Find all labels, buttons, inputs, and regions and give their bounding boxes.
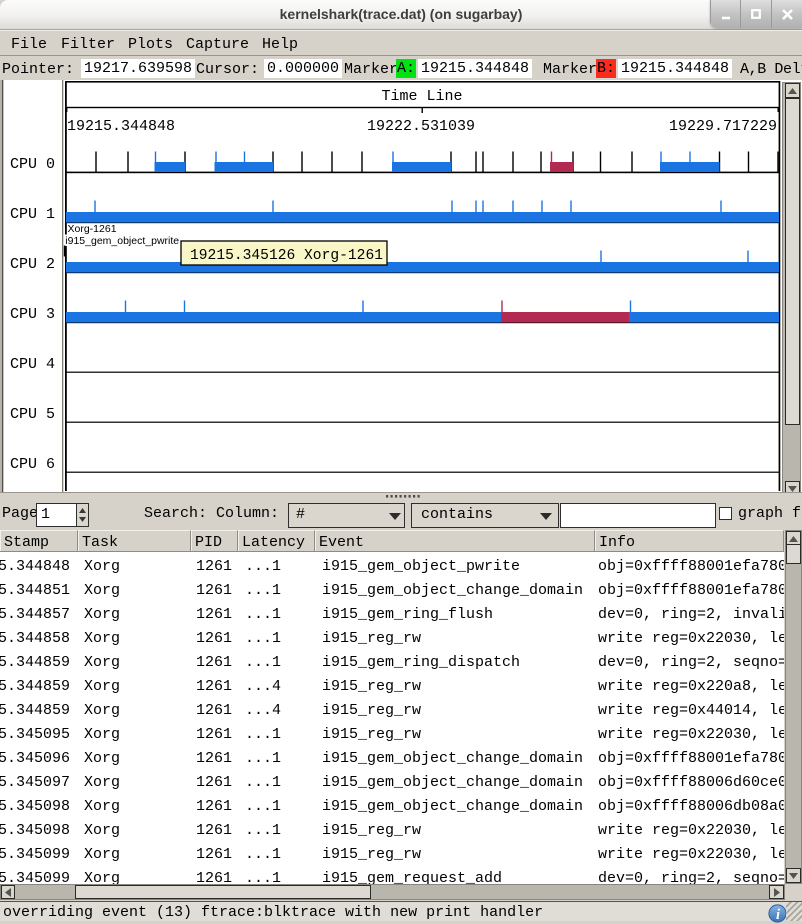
- svg-text:19215.345126 Xorg-1261: 19215.345126 Xorg-1261: [190, 247, 383, 264]
- svg-text:i915_gem_object_pwrite: i915_gem_object_pwrite: [65, 235, 179, 247]
- svg-text:19215.344848: 19215.344848: [67, 118, 175, 135]
- svg-text:CPU 2: CPU 2: [10, 256, 55, 273]
- svg-text:CPU 3: CPU 3: [10, 306, 55, 323]
- svg-text:i: i: [776, 907, 780, 923]
- svg-text:19229.717229: 19229.717229: [669, 118, 777, 135]
- svg-text:CPU 6: CPU 6: [10, 456, 55, 473]
- svg-text:CPU 0: CPU 0: [10, 156, 55, 173]
- svg-text:Xorg-1261: Xorg-1261: [68, 223, 117, 235]
- svg-text:CPU 5: CPU 5: [10, 406, 55, 423]
- svg-text:CPU 1: CPU 1: [10, 206, 55, 223]
- svg-text:19222.531039: 19222.531039: [367, 118, 475, 135]
- svg-text:Time Line: Time Line: [381, 88, 462, 105]
- svg-text:CPU 4: CPU 4: [10, 356, 55, 373]
